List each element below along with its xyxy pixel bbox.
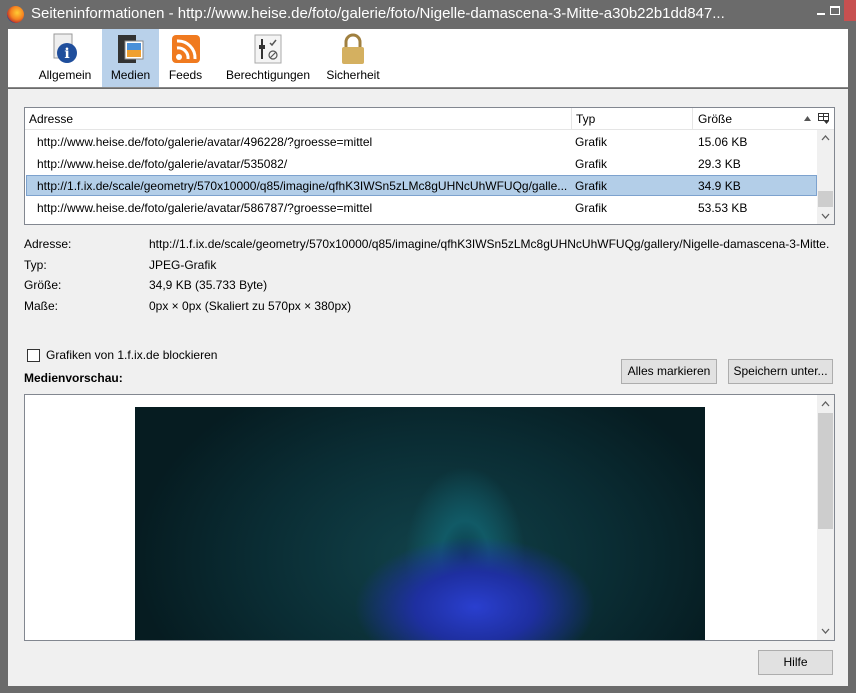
minimize-button[interactable] xyxy=(817,13,825,15)
table-row[interactable]: http://www.heise.de/foto/galerie/avatar/… xyxy=(26,197,817,218)
media-panel: Adresse Typ Größe http://www.heise.de/fo… xyxy=(8,89,848,686)
address-label: Adresse: xyxy=(24,237,72,251)
tab-berechtigungen[interactable]: Berechtigungen xyxy=(220,29,316,87)
column-picker-icon[interactable] xyxy=(818,113,829,124)
row-address: http://1.f.ix.de/scale/geometry/570x1000… xyxy=(37,179,568,193)
type-label: Typ: xyxy=(24,258,47,272)
media-list: Adresse Typ Größe http://www.heise.de/fo… xyxy=(24,107,835,225)
tab-sicherheit[interactable]: Sicherheit xyxy=(324,29,382,87)
tab-label: Berechtigungen xyxy=(225,68,311,82)
tab-label: Allgemein xyxy=(38,68,92,82)
scroll-down-icon[interactable] xyxy=(821,213,830,219)
permissions-icon xyxy=(253,33,283,65)
column-header-size[interactable]: Größe xyxy=(698,112,732,126)
maximize-button[interactable] xyxy=(830,6,840,15)
size-label: Größe: xyxy=(24,278,62,292)
row-size: 29.3 KB xyxy=(698,157,741,171)
block-images-label[interactable]: Grafiken von 1.f.ix.de blockieren xyxy=(46,348,217,362)
preview-heading: Medienvorschau: xyxy=(24,371,123,385)
row-type: Grafik xyxy=(575,135,608,149)
title-bar: Seiteninformationen - http://www.heise.d… xyxy=(0,0,856,29)
preview-image xyxy=(135,407,705,640)
address-value: http://1.f.ix.de/scale/geometry/570x1000… xyxy=(149,237,830,251)
tab-label: Sicherheit xyxy=(326,68,380,82)
block-images-checkbox[interactable] xyxy=(27,349,40,362)
rss-icon xyxy=(171,33,201,65)
row-type: Grafik xyxy=(575,157,608,171)
row-size: 34.9 KB xyxy=(698,179,741,193)
tab-medien[interactable]: Medien xyxy=(102,29,159,87)
info-icon: i xyxy=(50,33,80,65)
media-preview xyxy=(24,394,835,641)
dimensions-label: Maße: xyxy=(24,299,59,313)
svg-text:i: i xyxy=(64,46,69,62)
type-value: JPEG-Grafik xyxy=(149,258,217,272)
scroll-thumb[interactable] xyxy=(818,191,833,207)
tab-label: Medien xyxy=(110,68,151,82)
column-header-address[interactable]: Adresse xyxy=(29,112,73,126)
close-button[interactable]: x xyxy=(844,0,856,21)
lock-icon xyxy=(338,33,368,65)
table-row-selected[interactable]: http://1.f.ix.de/scale/geometry/570x1000… xyxy=(26,175,817,196)
row-address: http://www.heise.de/foto/galerie/avatar/… xyxy=(37,201,373,215)
row-address: http://www.heise.de/foto/galerie/avatar/… xyxy=(37,135,373,149)
column-header-type[interactable]: Typ xyxy=(576,112,595,126)
row-type: Grafik xyxy=(575,179,608,193)
row-type: Grafik xyxy=(575,201,608,215)
scroll-down-icon[interactable] xyxy=(821,628,830,634)
preview-scrollbar[interactable] xyxy=(817,395,834,640)
scroll-up-icon[interactable] xyxy=(821,135,830,141)
firefox-icon xyxy=(7,6,24,23)
row-size: 15.06 KB xyxy=(698,135,748,149)
table-row[interactable]: http://www.heise.de/foto/galerie/avatar/… xyxy=(26,131,817,152)
tab-label: Feeds xyxy=(168,68,203,82)
scroll-up-icon[interactable] xyxy=(821,401,830,407)
tab-feeds[interactable]: Feeds xyxy=(163,29,208,87)
size-value: 34,9 KB (35.733 Byte) xyxy=(149,278,268,292)
media-icon xyxy=(116,33,146,65)
dimensions-value: 0px × 0px (Skaliert zu 570px × 380px) xyxy=(149,299,352,313)
list-scrollbar[interactable] xyxy=(817,130,834,224)
save-as-button[interactable]: Speichern unter... xyxy=(728,359,833,384)
table-row[interactable]: http://www.heise.de/foto/galerie/avatar/… xyxy=(26,153,817,174)
row-address: http://www.heise.de/foto/galerie/avatar/… xyxy=(37,157,288,171)
row-size: 53.53 KB xyxy=(698,201,748,215)
window-controls: x xyxy=(350,0,856,29)
tab-toolbar: i Allgemein Medien Feeds Berechtigungen … xyxy=(8,29,848,88)
tab-allgemein[interactable]: i Allgemein xyxy=(32,29,98,87)
scroll-thumb[interactable] xyxy=(818,413,833,529)
column-divider[interactable] xyxy=(571,108,572,129)
table-header: Adresse Typ Größe xyxy=(25,108,834,130)
help-button[interactable]: Hilfe xyxy=(758,650,833,675)
column-divider[interactable] xyxy=(692,108,693,129)
select-all-button[interactable]: Alles markieren xyxy=(621,359,717,384)
sort-ascending-icon xyxy=(804,116,811,121)
